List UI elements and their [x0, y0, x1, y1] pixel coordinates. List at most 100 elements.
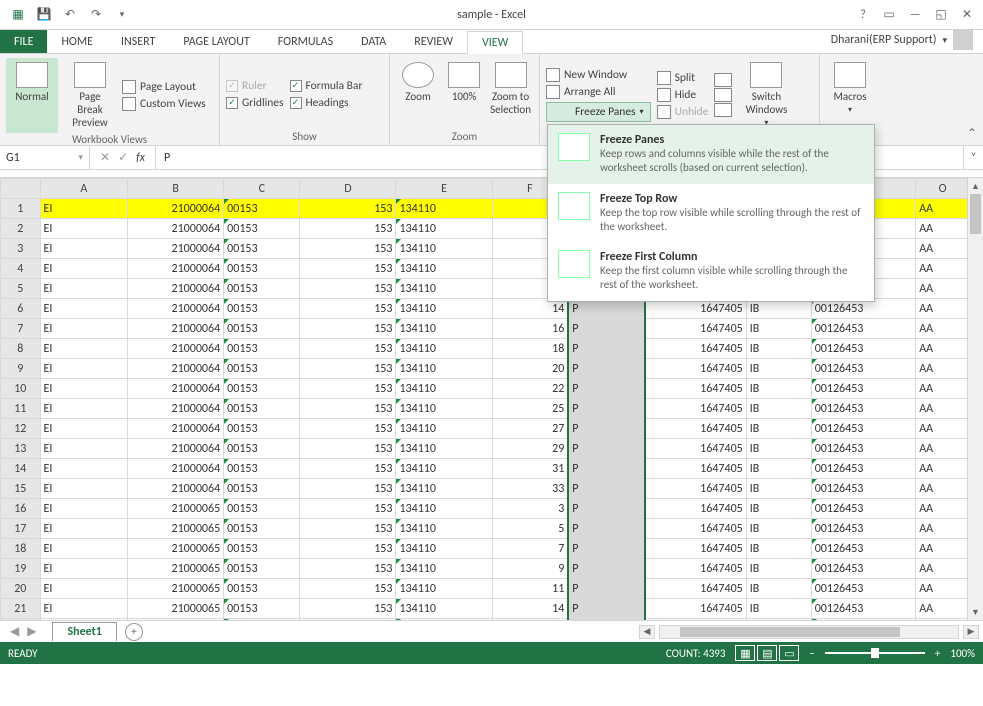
cell[interactable]: P — [568, 539, 644, 559]
cell[interactable]: 153 — [300, 479, 396, 499]
row-header[interactable]: 5 — [1, 279, 41, 299]
cell[interactable]: EI — [40, 319, 128, 339]
cell[interactable]: 21000064 — [128, 379, 224, 399]
avatar[interactable] — [953, 30, 973, 50]
row-header[interactable]: 21 — [1, 599, 41, 619]
cell[interactable]: 134110 — [396, 279, 492, 299]
cell[interactable]: 00153 — [224, 319, 300, 339]
freeze-top-row-option[interactable]: Freeze Top RowKeep the top row visible w… — [548, 184, 874, 243]
cell[interactable]: AA — [916, 419, 970, 439]
cancel-formula-icon[interactable]: ✕ — [100, 150, 110, 165]
cell[interactable]: 21000064 — [128, 239, 224, 259]
cell[interactable]: EI — [40, 239, 128, 259]
tab-review[interactable]: REVIEW — [400, 30, 467, 53]
cell[interactable]: 153 — [300, 199, 396, 219]
cell[interactable]: 00126453 — [811, 479, 916, 499]
cell[interactable]: 153 — [300, 619, 396, 621]
close-icon[interactable]: ✕ — [955, 4, 979, 26]
cell[interactable]: IB — [746, 459, 811, 479]
reset-window-icon[interactable] — [714, 103, 732, 117]
cell[interactable]: IB — [746, 539, 811, 559]
cell[interactable]: 21000064 — [128, 339, 224, 359]
cell[interactable]: 00126453 — [811, 399, 916, 419]
scroll-right-icon[interactable]: ▶ — [963, 625, 979, 639]
cell[interactable]: 00126453 — [811, 579, 916, 599]
zoom-in-icon[interactable]: + — [935, 647, 940, 660]
row-header[interactable]: 17 — [1, 519, 41, 539]
cell[interactable]: 00153 — [224, 439, 300, 459]
column-header-A[interactable]: A — [40, 179, 128, 199]
cell[interactable]: AA — [916, 379, 970, 399]
cell[interactable]: AA — [916, 199, 970, 219]
cell[interactable]: EI — [40, 259, 128, 279]
cell[interactable]: 1647405 — [645, 579, 747, 599]
cell[interactable]: P — [568, 559, 644, 579]
cell[interactable]: AA — [916, 339, 970, 359]
cell[interactable]: 1647405 — [645, 379, 747, 399]
column-header-C[interactable]: C — [224, 179, 300, 199]
cell[interactable]: 00126453 — [811, 339, 916, 359]
cell[interactable]: 21000064 — [128, 479, 224, 499]
sync-scrolling-icon[interactable] — [714, 88, 732, 102]
restore-icon[interactable]: ◱ — [929, 4, 953, 26]
cell[interactable]: P — [568, 399, 644, 419]
row-header[interactable]: 4 — [1, 259, 41, 279]
cell[interactable]: AA — [916, 559, 970, 579]
normal-view-button[interactable]: Normal — [6, 58, 58, 133]
cell[interactable]: 29 — [492, 439, 568, 459]
cell[interactable]: 00153 — [224, 359, 300, 379]
cell[interactable]: AA — [916, 479, 970, 499]
column-header-O[interactable]: O — [916, 179, 970, 199]
freeze-panes-button[interactable]: Freeze Panes▾ — [546, 102, 651, 122]
cell[interactable]: 21000065 — [128, 619, 224, 621]
cell[interactable]: 153 — [300, 539, 396, 559]
cell[interactable]: 00153 — [224, 459, 300, 479]
freeze-panes-option[interactable]: Freeze PanesKeep rows and columns visibl… — [548, 125, 874, 184]
zoom-level[interactable]: 100% — [950, 647, 975, 660]
column-header-D[interactable]: D — [300, 179, 396, 199]
cell[interactable]: 00126453 — [811, 539, 916, 559]
cell[interactable]: 00153 — [224, 259, 300, 279]
cell[interactable]: P — [568, 339, 644, 359]
cell[interactable]: 134110 — [396, 579, 492, 599]
cell[interactable]: IB — [746, 619, 811, 621]
tab-view[interactable]: VIEW — [467, 31, 523, 54]
cell[interactable]: AA — [916, 619, 970, 621]
gridlines-checkbox[interactable]: ✓Gridlines — [226, 96, 284, 110]
hscroll-thumb[interactable] — [680, 627, 900, 637]
cell[interactable]: 9 — [492, 559, 568, 579]
cell[interactable]: EI — [40, 439, 128, 459]
cell[interactable]: 153 — [300, 519, 396, 539]
cell[interactable]: 1647405 — [645, 559, 747, 579]
row-header[interactable]: 9 — [1, 359, 41, 379]
cell[interactable]: 134110 — [396, 259, 492, 279]
headings-checkbox[interactable]: ✓Headings — [290, 96, 363, 110]
row-header[interactable]: 20 — [1, 579, 41, 599]
row-header[interactable]: 15 — [1, 479, 41, 499]
cell[interactable]: EI — [40, 299, 128, 319]
cell[interactable]: EI — [40, 619, 128, 621]
name-box[interactable]: G1▾ — [0, 146, 90, 169]
cell[interactable]: 21000065 — [128, 499, 224, 519]
chevron-down-icon[interactable]: ▾ — [78, 152, 83, 163]
cell[interactable]: 134110 — [396, 479, 492, 499]
cell[interactable]: 1647405 — [645, 459, 747, 479]
cell[interactable]: 00153 — [224, 399, 300, 419]
normal-view-icon[interactable]: ▦ — [735, 645, 755, 661]
cell[interactable]: EI — [40, 539, 128, 559]
cell[interactable]: AA — [916, 219, 970, 239]
cell[interactable]: 00153 — [224, 379, 300, 399]
row-header[interactable]: 13 — [1, 439, 41, 459]
cell[interactable]: EI — [40, 219, 128, 239]
cell[interactable]: 00153 — [224, 239, 300, 259]
cell[interactable]: 1647405 — [645, 539, 747, 559]
cell[interactable]: IB — [746, 399, 811, 419]
cell[interactable]: 16 — [492, 619, 568, 621]
zoom-button[interactable]: Zoom — [396, 58, 440, 130]
cell[interactable]: 134110 — [396, 219, 492, 239]
cell[interactable]: 134110 — [396, 339, 492, 359]
cell[interactable]: 00153 — [224, 619, 300, 621]
cell[interactable]: 134110 — [396, 419, 492, 439]
cell[interactable]: 134110 — [396, 439, 492, 459]
cell[interactable]: 21000064 — [128, 419, 224, 439]
